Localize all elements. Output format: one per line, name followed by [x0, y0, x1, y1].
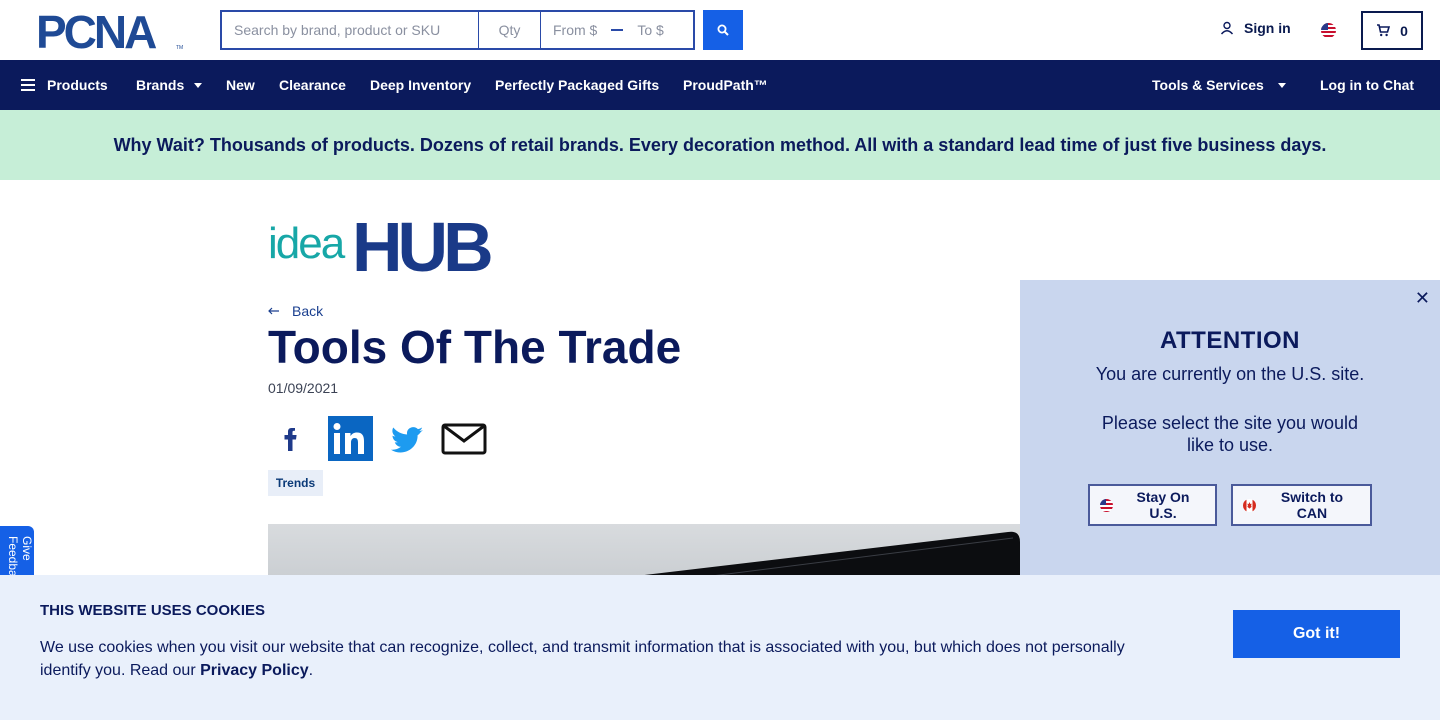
cart-button[interactable]: 0 [1361, 11, 1423, 50]
back-link[interactable]: Back [268, 303, 323, 319]
svg-text:HUB: HUB [352, 214, 491, 274]
facebook-icon[interactable] [284, 428, 297, 451]
nav-proudpath[interactable]: ProudPath™ [683, 60, 768, 110]
chevron-down-icon [194, 82, 203, 88]
sign-in-link[interactable]: Sign in [1220, 20, 1291, 36]
modal-current-site-text: You are currently on the U.S. site. [1095, 364, 1365, 384]
stay-us-button[interactable]: Stay On U.S. [1088, 484, 1217, 526]
price-range-input[interactable]: From $ To $ [540, 10, 695, 50]
nav-clearance[interactable]: Clearance [279, 60, 346, 110]
main-nav: Products Brands New Clearance Deep Inven… [0, 60, 1440, 110]
cookie-banner: THIS WEBSITE USES COOKIES We use cookies… [0, 575, 1440, 720]
nav-products-label: Products [47, 77, 108, 93]
range-dash [611, 29, 624, 31]
cookie-period: . [308, 662, 314, 679]
cart-icon [1377, 24, 1391, 37]
svg-text:idea: idea [268, 219, 346, 268]
close-icon[interactable]: ✕ [1415, 288, 1430, 309]
chat-login-label: Log in to Chat [1320, 77, 1415, 93]
menu-icon [21, 79, 35, 91]
from-price-input[interactable]: From $ [553, 22, 597, 38]
switch-can-button[interactable]: Switch to CAN [1231, 484, 1372, 526]
nav-perfectly-packaged-label: Perfectly Packaged Gifts [495, 77, 660, 93]
search-bar: Search by brand, product or SKU Qty From… [220, 10, 743, 50]
nav-tools-services-label: Tools & Services [1152, 77, 1264, 93]
stay-us-label: Stay On U.S. [1136, 489, 1190, 521]
twitter-icon[interactable] [391, 427, 423, 453]
nav-brands[interactable]: Brands [136, 60, 203, 110]
cookie-heading: THIS WEBSITE USES COOKIES [40, 602, 266, 619]
nav-deep-inventory-label: Deep Inventory [370, 77, 472, 93]
article-title: Tools Of The Trade [268, 321, 682, 373]
switch-can-label: Switch to CAN [1280, 489, 1344, 521]
sign-in-label: Sign in [1244, 20, 1291, 36]
nav-new[interactable]: New [226, 60, 255, 110]
us-flag-icon[interactable] [1321, 23, 1336, 38]
linkedin-icon[interactable] [328, 416, 373, 461]
svg-text:PCNA: PCNA [36, 12, 156, 50]
nav-proudpath-label: ProudPath™ [683, 77, 768, 93]
cookie-text: We use cookies when you visit our websit… [40, 636, 1150, 682]
nav-brands-label: Brands [136, 77, 185, 93]
share-icons [284, 416, 487, 461]
arrow-left-icon [268, 307, 279, 315]
tag-trends[interactable]: Trends [268, 470, 323, 496]
nav-deep-inventory[interactable]: Deep Inventory [370, 60, 471, 110]
svg-text:TM: TM [176, 45, 183, 50]
privacy-policy-link[interactable]: Privacy Policy [200, 662, 309, 679]
user-icon [1220, 21, 1234, 35]
tag-label: Trends [275, 476, 316, 490]
promo-banner: Why Wait? Thousands of products. Dozens … [0, 110, 1440, 180]
us-flag-icon [1100, 498, 1113, 512]
cart-count: 0 [1400, 22, 1408, 39]
nav-clearance-label: Clearance [279, 77, 346, 93]
top-header: PCNA TM Search by brand, product or SKU … [0, 0, 1440, 60]
pcna-logo[interactable]: PCNA TM [36, 12, 186, 50]
email-icon[interactable] [441, 423, 487, 455]
cookie-accept-button[interactable]: Got it! [1233, 610, 1400, 658]
nav-products[interactable]: Products [21, 60, 108, 110]
search-button[interactable] [703, 10, 743, 50]
search-input[interactable]: Search by brand, product or SKU [220, 10, 478, 50]
qty-input[interactable]: Qty [478, 10, 540, 50]
nav-perfectly-packaged[interactable]: Perfectly Packaged Gifts [495, 60, 659, 110]
article-date: 01/09/2021 [268, 380, 339, 396]
chevron-down-icon [1277, 82, 1286, 88]
site-selector-modal: ✕ ATTENTION You are currently on the U.S… [1020, 280, 1440, 576]
canada-flag-icon [1243, 498, 1256, 512]
nav-tools-services[interactable]: Tools & Services [1152, 60, 1286, 110]
chat-login-link[interactable]: Log in to Chat [1320, 60, 1414, 110]
nav-new-label: New [226, 77, 255, 93]
promo-text: Why Wait? Thousands of products. Dozens … [113, 134, 1327, 155]
to-price-input[interactable]: To $ [637, 22, 663, 38]
modal-select-text: Please select the site you would like to… [1101, 413, 1359, 455]
cookie-accept-label: Got it! [1292, 625, 1341, 642]
ideahub-logo: idea HUB [268, 214, 496, 274]
search-icon [717, 24, 729, 36]
back-label: Back [292, 303, 324, 319]
modal-heading: ATTENTION [1159, 327, 1301, 354]
